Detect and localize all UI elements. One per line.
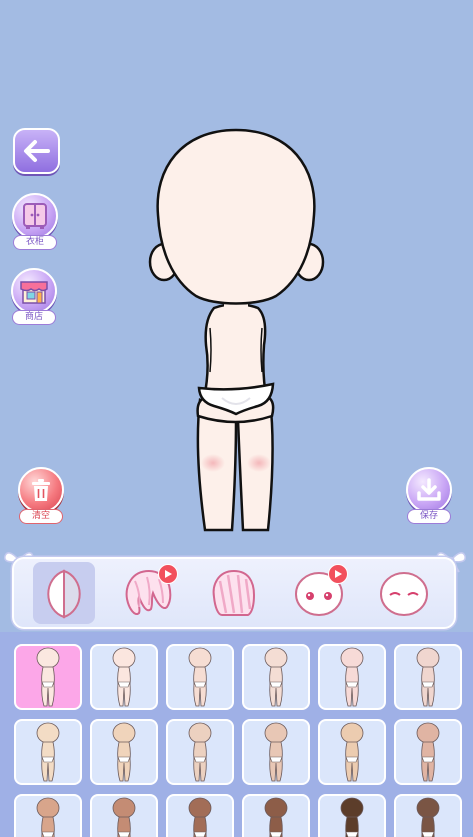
- category-front-hair[interactable]: [203, 562, 265, 624]
- body-preview-icon: [340, 722, 364, 782]
- category-skin-tone[interactable]: [33, 562, 96, 624]
- body-preview-icon: [188, 722, 212, 782]
- wardrobe-label: 衣柜: [13, 235, 57, 250]
- body-preview-icon: [36, 797, 60, 837]
- play-icon: [165, 570, 173, 578]
- skin-tone-panel: [0, 632, 473, 837]
- character-stage: 衣柜 商店 清空 保存: [0, 0, 473, 632]
- skin-tone-grid: [14, 644, 462, 837]
- skin-tone-option[interactable]: [242, 644, 310, 710]
- download-icon: [417, 478, 441, 501]
- skin-tone-option[interactable]: [242, 794, 310, 837]
- body-preview-icon: [416, 722, 440, 782]
- shop-label: 商店: [12, 310, 56, 325]
- skin-tone-option[interactable]: [14, 719, 82, 785]
- front-hair-icon: [212, 569, 255, 616]
- body-preview-icon: [188, 647, 212, 707]
- body-preview-icon: [36, 722, 60, 782]
- skin-tone-option[interactable]: [394, 644, 462, 710]
- skin-tone-option[interactable]: [166, 644, 234, 710]
- wardrobe-icon-circle: [12, 193, 58, 239]
- expression-icon: [379, 572, 428, 616]
- body-preview-icon: [416, 647, 440, 707]
- skin-tone-option[interactable]: [166, 719, 234, 785]
- play-icon: [334, 570, 342, 578]
- category-face[interactable]: [288, 562, 350, 624]
- back-button[interactable]: [13, 128, 60, 174]
- skin-tone-option[interactable]: [14, 644, 82, 710]
- character-preview: [148, 128, 325, 532]
- body-preview-icon: [264, 722, 288, 782]
- skin-tone-icon: [47, 569, 82, 619]
- body-preview-icon: [112, 722, 136, 782]
- body-preview-icon: [188, 797, 212, 837]
- shop-icon: [20, 281, 48, 304]
- body-preview-icon: [112, 647, 136, 707]
- shop-icon-circle: [11, 268, 57, 314]
- clear-button[interactable]: 清空: [18, 467, 64, 524]
- body-preview-icon: [264, 797, 288, 837]
- skin-tone-option[interactable]: [318, 794, 386, 837]
- skin-tone-option[interactable]: [90, 794, 158, 837]
- skin-tone-option[interactable]: [394, 794, 462, 837]
- video-ad-badge: [327, 564, 348, 584]
- wardrobe-button[interactable]: 衣柜: [12, 193, 58, 250]
- body-preview-icon: [340, 647, 364, 707]
- skin-tone-option[interactable]: [90, 644, 158, 710]
- skin-tone-option[interactable]: [14, 794, 82, 837]
- category-back-hair[interactable]: [118, 562, 180, 624]
- clear-label: 清空: [19, 509, 63, 524]
- trash-icon-circle: [18, 467, 64, 513]
- save-button[interactable]: 保存: [406, 467, 452, 524]
- body-preview-icon: [416, 797, 440, 837]
- skin-tone-option[interactable]: [90, 719, 158, 785]
- skin-tone-option[interactable]: [318, 719, 386, 785]
- save-icon-circle: [406, 467, 452, 513]
- wardrobe-icon: [23, 203, 47, 229]
- shop-button[interactable]: 商店: [11, 268, 57, 325]
- skin-tone-option[interactable]: [318, 644, 386, 710]
- skin-tone-option[interactable]: [394, 719, 462, 785]
- save-label: 保存: [407, 509, 451, 524]
- skin-tone-option[interactable]: [242, 719, 310, 785]
- skin-tone-option[interactable]: [166, 794, 234, 837]
- trash-icon: [32, 479, 50, 501]
- category-bar: [12, 557, 456, 629]
- arrow-left-icon: [23, 140, 50, 162]
- body-preview-icon: [112, 797, 136, 837]
- body-preview-icon: [264, 647, 288, 707]
- category-expression[interactable]: [373, 562, 435, 624]
- body-preview-icon: [36, 647, 60, 707]
- body-preview-icon: [340, 797, 364, 837]
